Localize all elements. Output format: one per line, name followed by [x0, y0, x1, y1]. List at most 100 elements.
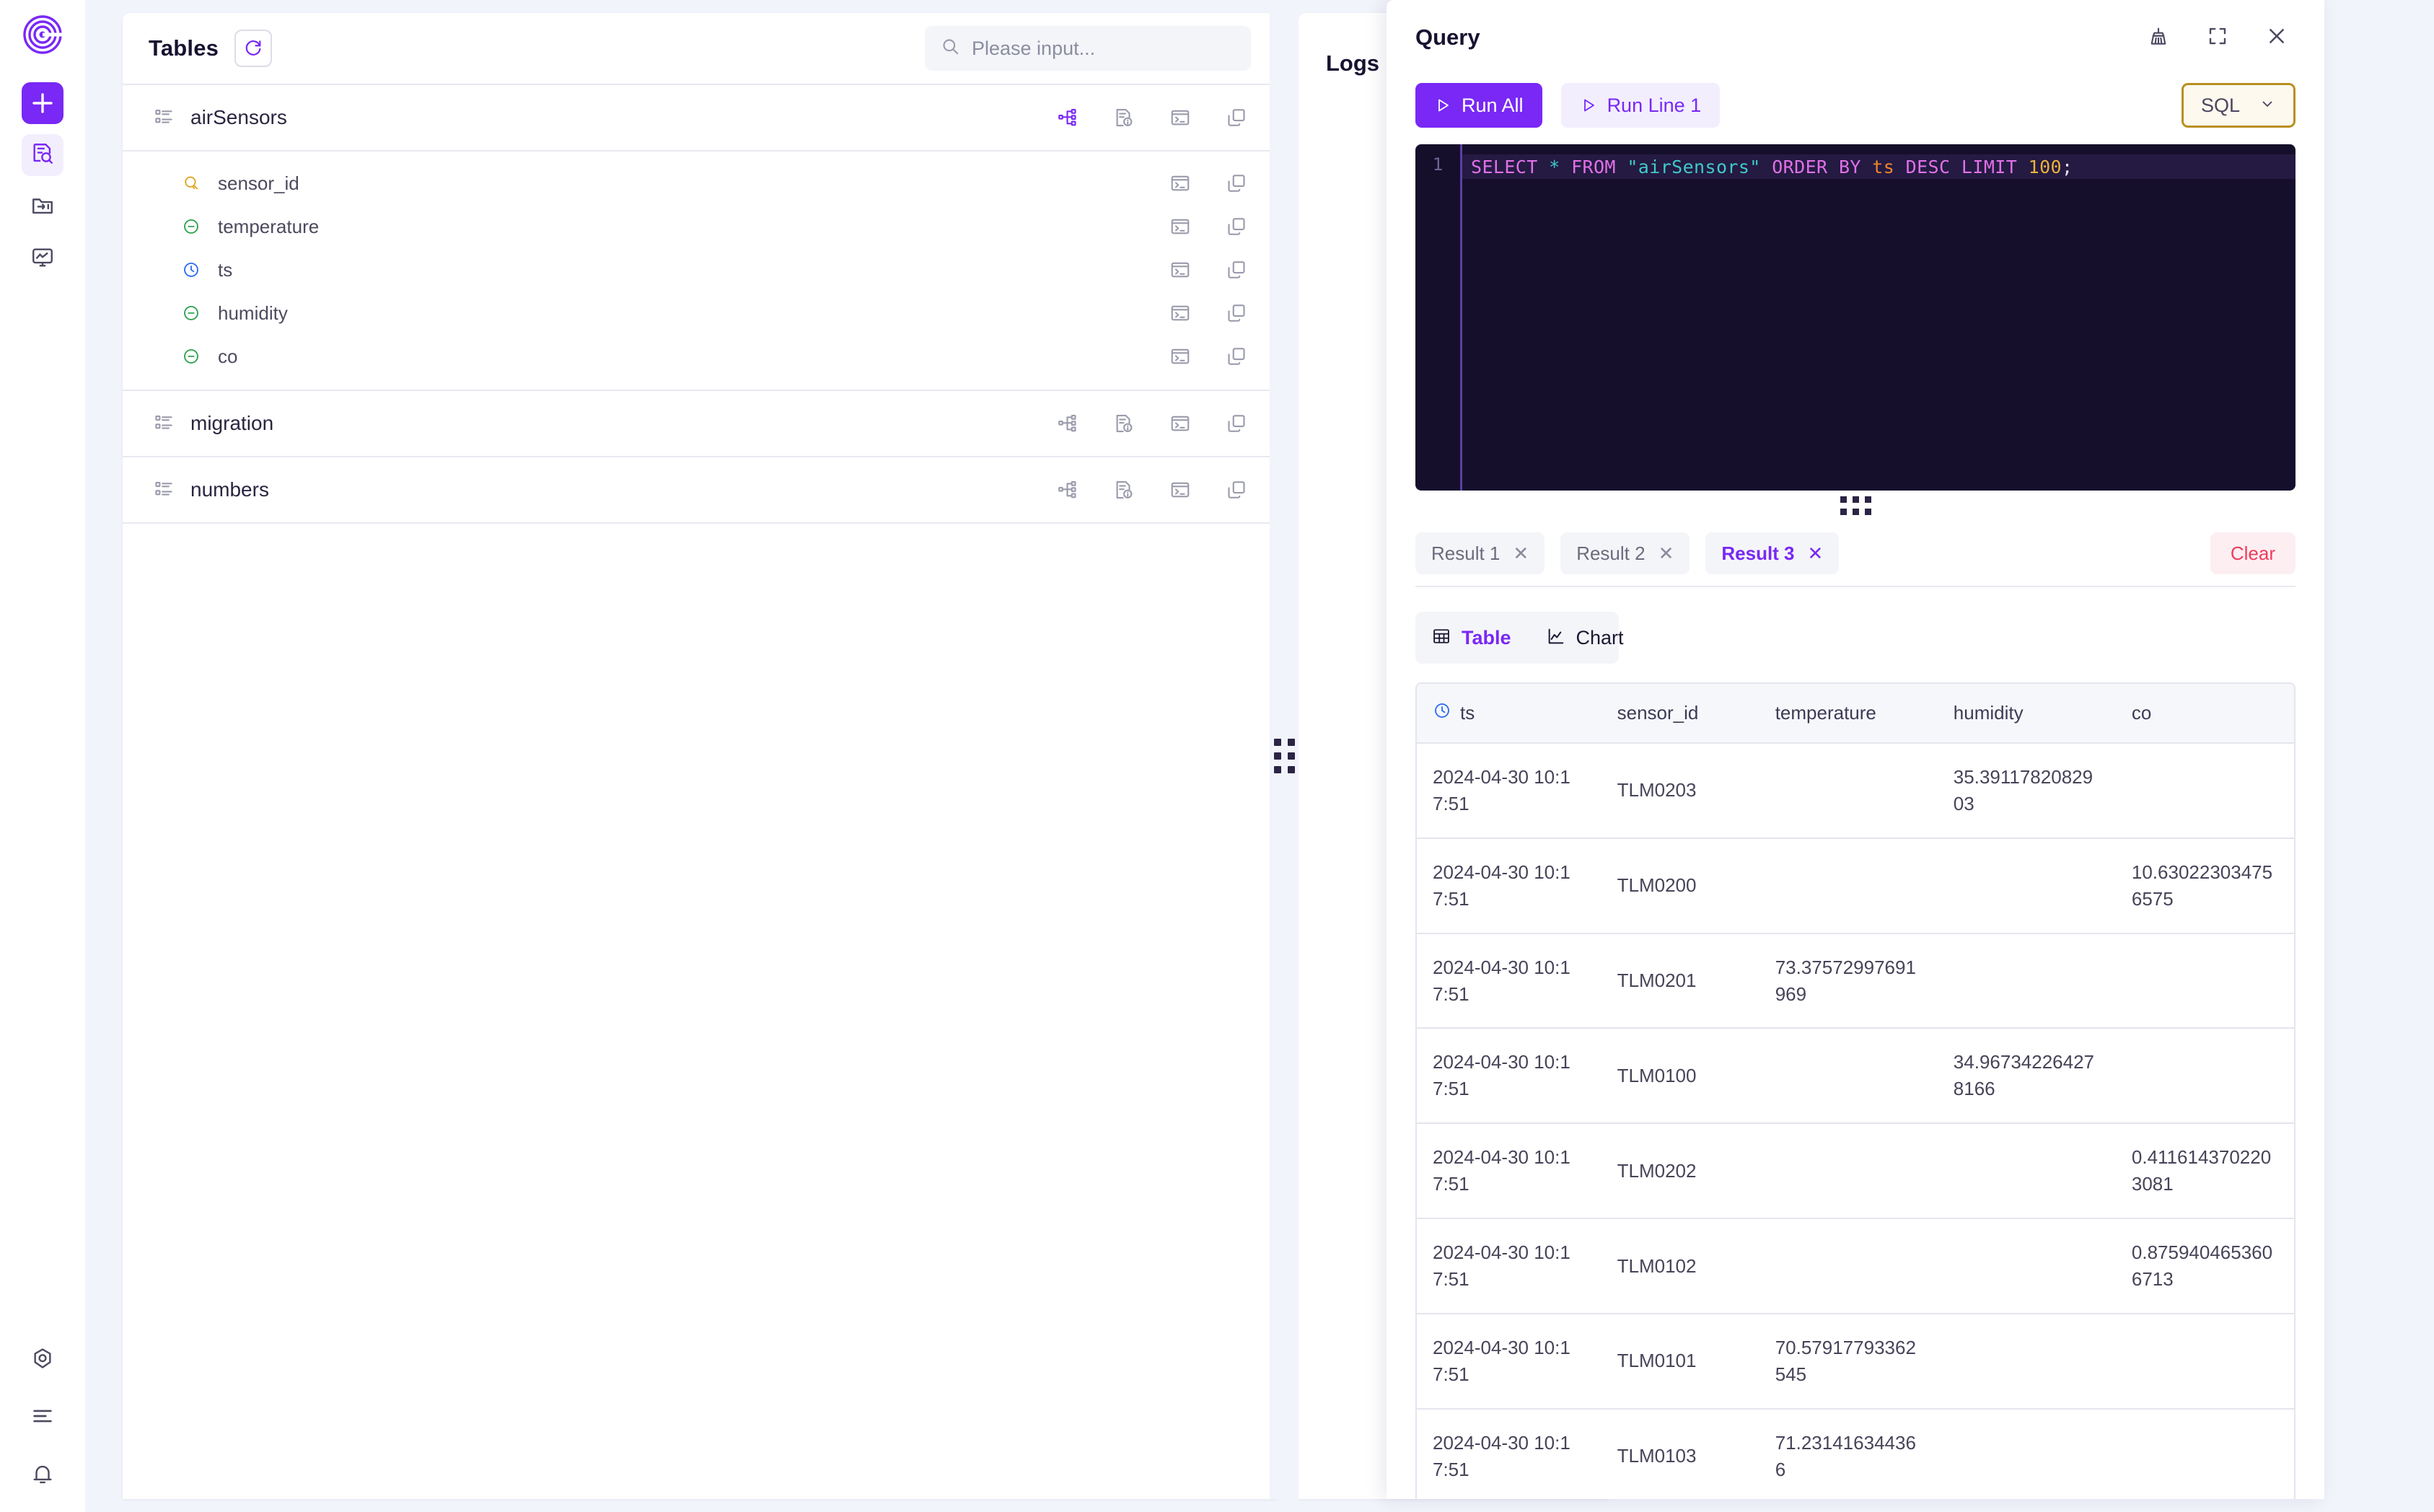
column-header[interactable]: sensor_id	[1602, 684, 1759, 743]
column-row[interactable]: ts	[123, 248, 1277, 291]
code-token	[1538, 157, 1549, 177]
result-tabs: Result 1✕Result 2✕Result 3✕Clear	[1415, 521, 2295, 587]
sidebar-item-query[interactable]	[22, 134, 63, 176]
table-row[interactable]: 2024-04-30 10:17:51TLM020010.63022303475…	[1417, 838, 2294, 933]
editor-code-line[interactable]: SELECT * FROM "airSensors" ORDER BY ts D…	[1462, 154, 2295, 179]
table-row[interactable]: numbers	[123, 457, 1277, 524]
column-row[interactable]: co	[123, 335, 1277, 378]
code-token: SELECT	[1471, 157, 1538, 177]
sidebar-item-settings[interactable]	[22, 1339, 63, 1381]
column-row[interactable]: humidity	[123, 291, 1277, 335]
column-name: temperature	[218, 216, 319, 238]
terminal-icon[interactable]	[1166, 342, 1195, 371]
tables-panel-header: Tables Please input...	[123, 13, 1277, 85]
refresh-tables-button[interactable]	[234, 30, 272, 67]
search-input[interactable]: Please input...	[925, 26, 1251, 71]
terminal-icon[interactable]	[1166, 299, 1195, 328]
sidebar-item-import[interactable]	[22, 186, 63, 228]
code-token: FROM	[1571, 157, 1616, 177]
query-panel: Query	[1387, 0, 2324, 1499]
terminal-icon[interactable]	[1166, 103, 1195, 132]
table-cell-humidity	[1938, 1409, 2116, 1499]
chevron-down-icon	[2259, 95, 2276, 116]
table-row[interactable]: 2024-04-30 10:17:51TLM01020.875940465360…	[1417, 1218, 2294, 1314]
copy-icon[interactable]	[1222, 299, 1251, 328]
column-row[interactable]: temperature	[123, 205, 1277, 248]
copy-icon[interactable]	[1222, 169, 1251, 198]
editor-resize-handle[interactable]	[1821, 496, 1890, 515]
table-cell-humidity	[1938, 1218, 2116, 1314]
tab-table[interactable]: Table	[1431, 626, 1511, 650]
fullscreen-button[interactable]	[2203, 23, 2232, 52]
table-row[interactable]: 2024-04-30 10:17:51TLM010034.96734226427…	[1417, 1028, 2294, 1123]
sitemap-icon[interactable]	[1053, 475, 1082, 504]
sidebar-item-menu[interactable]	[22, 1397, 63, 1438]
copy-icon[interactable]	[1222, 409, 1251, 438]
close-icon[interactable]: ✕	[1808, 544, 1824, 563]
column-name: ts	[218, 259, 232, 281]
sitemap-icon[interactable]	[1053, 103, 1082, 132]
table-row[interactable]: 2024-04-30 10:17:51TLM02020.411614370220…	[1417, 1123, 2294, 1218]
column-header[interactable]: humidity	[1938, 684, 2116, 743]
terminal-icon[interactable]	[1166, 409, 1195, 438]
file-info-icon[interactable]	[1110, 103, 1138, 132]
copy-icon[interactable]	[1222, 212, 1251, 241]
add-button[interactable]	[22, 82, 63, 124]
table-row[interactable]: 2024-04-30 10:17:51TLM020335.39117820829…	[1417, 743, 2294, 838]
file-info-icon[interactable]	[1110, 475, 1138, 504]
copy-icon[interactable]	[1222, 342, 1251, 371]
tables-panel: Tables Please input... airSensors sensor_…	[123, 13, 1277, 1499]
run-all-label: Run All	[1462, 94, 1524, 117]
clear-results-button[interactable]: Clear	[2210, 532, 2295, 574]
terminal-icon[interactable]	[1166, 475, 1195, 504]
close-icon[interactable]: ✕	[1513, 544, 1529, 563]
table-row[interactable]: airSensors	[123, 85, 1277, 151]
result-tab-label: Result 2	[1576, 542, 1645, 565]
table-cell-sensor_id: TLM0203	[1602, 743, 1759, 838]
file-info-icon[interactable]	[1110, 409, 1138, 438]
copy-icon[interactable]	[1222, 255, 1251, 284]
table-cell-ts: 2024-04-30 10:17:51	[1417, 1409, 1602, 1499]
table-body: 2024-04-30 10:17:51TLM020335.39117820829…	[1417, 743, 2294, 1499]
table-row[interactable]: 2024-04-30 10:17:51TLM020173.37572997691…	[1417, 933, 2294, 1029]
result-tab[interactable]: Result 2 ✕	[1560, 532, 1690, 574]
run-line-button[interactable]: Run Line 1	[1561, 83, 1721, 128]
terminal-icon[interactable]	[1166, 212, 1195, 241]
clear-editor-button[interactable]	[2144, 23, 2173, 52]
table-row[interactable]: 2024-04-30 10:17:51TLM010170.57917793362…	[1417, 1314, 2294, 1409]
column-header[interactable]: co	[2116, 684, 2294, 743]
panel-splitter[interactable]	[1270, 13, 1299, 1499]
table-cell-temperature	[1759, 1218, 1938, 1314]
terminal-icon[interactable]	[1166, 169, 1195, 198]
result-tab[interactable]: Result 1✕	[1415, 532, 1545, 574]
copy-icon[interactable]	[1222, 475, 1251, 504]
table-cell-sensor_id: TLM0202	[1602, 1123, 1759, 1218]
query-header-actions	[2144, 23, 2291, 52]
close-panel-button[interactable]	[2262, 23, 2291, 52]
terminal-icon[interactable]	[1166, 255, 1195, 284]
run-all-button[interactable]: Run All	[1415, 83, 1542, 128]
column-row[interactable]: sensor_id	[123, 162, 1277, 205]
table-cell-temperature	[1759, 1028, 1938, 1123]
column-header[interactable]: temperature	[1759, 684, 1938, 743]
column-header[interactable]: ts	[1417, 684, 1602, 743]
table-row-actions	[1053, 475, 1251, 504]
tag-search-icon	[179, 174, 203, 193]
sidebar-item-monitor[interactable]	[22, 238, 63, 280]
code-token: ;	[2062, 157, 2073, 177]
sidebar-item-notifications[interactable]	[22, 1454, 63, 1496]
sitemap-icon[interactable]	[1053, 409, 1082, 438]
table-cell-co	[2116, 743, 2294, 838]
table-cell-ts: 2024-04-30 10:17:51	[1417, 1028, 1602, 1123]
tab-chart[interactable]: Chart	[1546, 626, 1624, 650]
play-triangle-icon	[1434, 97, 1451, 114]
table-row[interactable]: 2024-04-30 10:17:51TLM010371.23141634436…	[1417, 1409, 2294, 1499]
code-token	[1950, 157, 1961, 177]
language-select[interactable]: SQL	[2182, 83, 2295, 128]
sql-editor[interactable]: 1 SELECT * FROM "airSensors" ORDER BY ts…	[1415, 144, 2295, 491]
table-row[interactable]: migration	[123, 391, 1277, 457]
result-tab[interactable]: Result 3✕	[1705, 532, 1839, 574]
close-icon[interactable]: ✕	[1658, 544, 1674, 563]
copy-icon[interactable]	[1222, 103, 1251, 132]
query-toolbar: Run All Run Line 1 SQL	[1387, 75, 2324, 136]
